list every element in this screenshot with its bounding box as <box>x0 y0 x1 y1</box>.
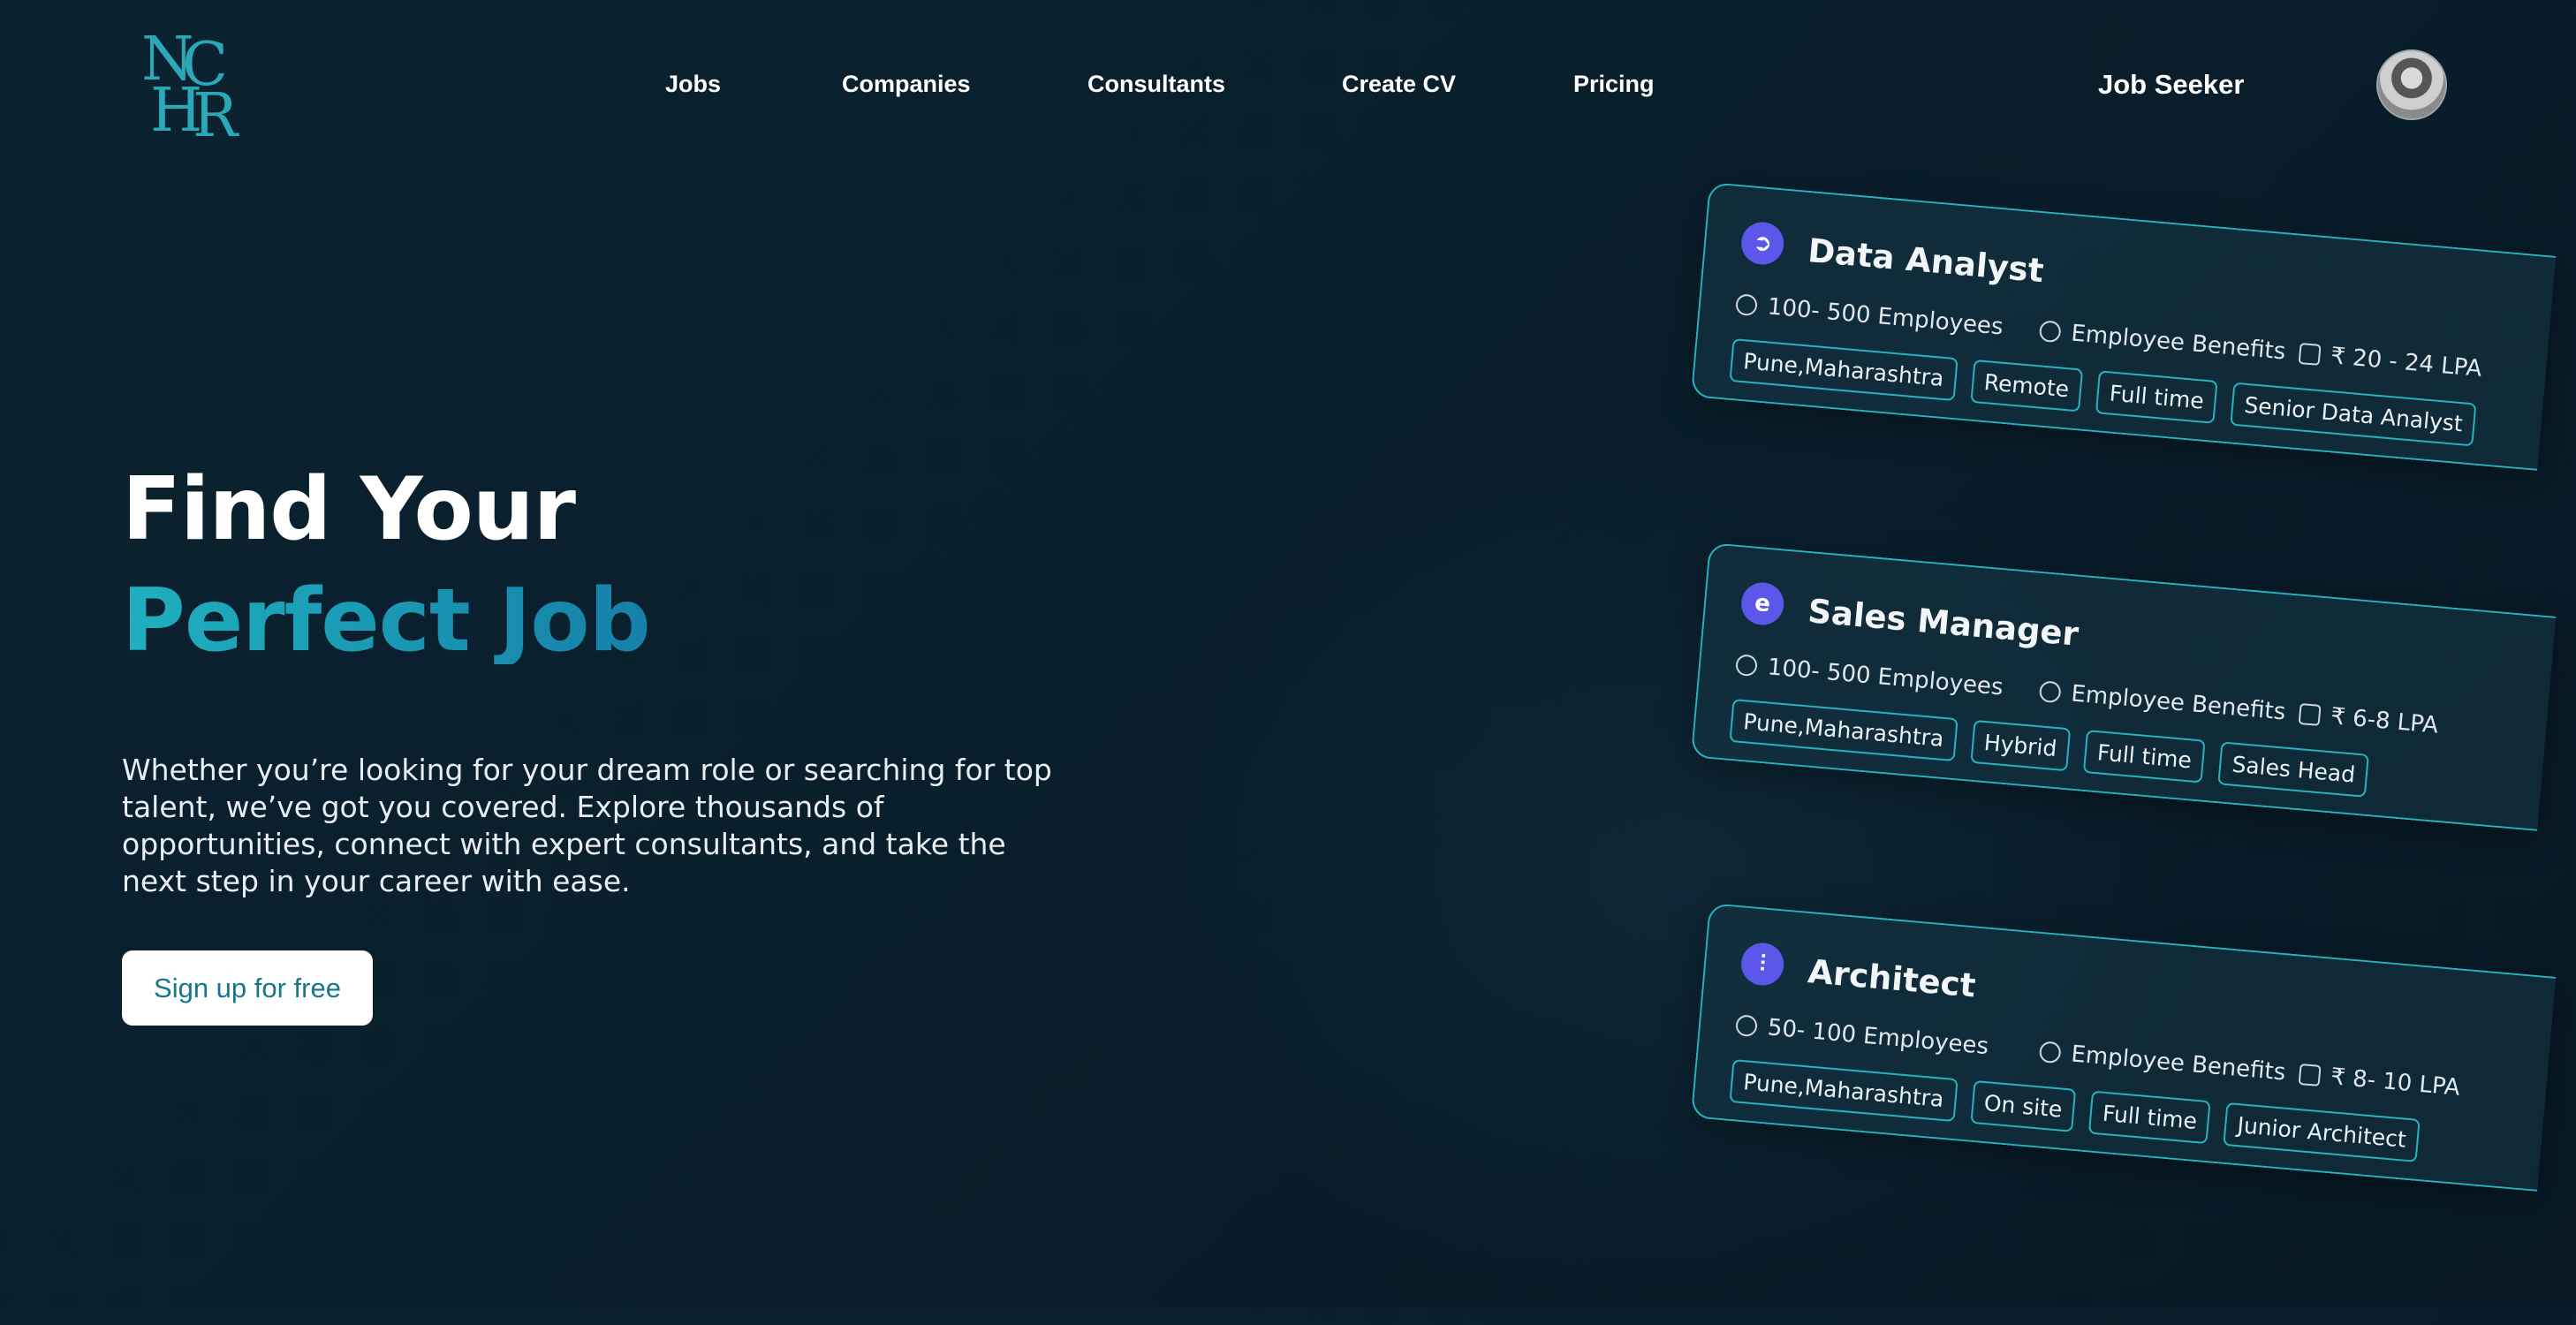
tag-location[interactable]: Pune,Maharashtra <box>1729 1058 1959 1123</box>
salary-label: ₹ 8- 10 LPA <box>2330 1064 2461 1102</box>
nav-companies[interactable]: Companies <box>842 71 971 98</box>
tag-work-mode[interactable]: Hybrid <box>1969 719 2072 772</box>
tag-role[interactable]: Senior Data Analyst <box>2230 382 2477 447</box>
wallet-icon <box>2298 702 2322 726</box>
job-card[interactable]: ➲ Data Analyst 100- 500 Employees Employ… <box>1690 182 2557 471</box>
job-title: Sales Manager <box>1806 592 2080 654</box>
tag-role[interactable]: Junior Architect <box>2223 1102 2421 1162</box>
employees-info: 100- 500 Employees <box>1735 651 2004 701</box>
tag-role[interactable]: Sales Head <box>2217 741 2370 798</box>
employees-label: 100- 500 Employees <box>1766 293 2004 341</box>
benefits-info: Employee Benefits <box>2038 678 2287 726</box>
tag-work-mode[interactable]: On site <box>1969 1079 2077 1132</box>
job-seeker-link[interactable]: Job Seeker <box>2098 69 2244 101</box>
tag-job-type[interactable]: Full time <box>2088 1090 2211 1145</box>
benefits-label: Employee Benefits <box>2070 320 2287 366</box>
ngcr-logo[interactable]: N C H R <box>141 30 265 147</box>
people-icon <box>1735 293 1759 317</box>
company-logo-icon: ⫶ <box>1739 941 1786 988</box>
employees-info: 50- 100 Employees <box>1735 1011 1989 1060</box>
hero-description: Whether you’re looking for your dream ro… <box>122 753 1052 898</box>
nav-create-cv[interactable]: Create CV <box>1342 71 1456 98</box>
company-logo-icon: e <box>1739 580 1786 627</box>
hero-title-line2: Perfect Job <box>122 571 651 671</box>
people-icon <box>1735 654 1759 678</box>
employees-info: 100- 500 Employees <box>1735 291 2004 341</box>
company-logo-icon: ➲ <box>1739 220 1786 267</box>
award-icon <box>2038 1041 2062 1064</box>
tag-location[interactable]: Pune,Maharashtra <box>1729 698 1959 762</box>
award-icon <box>2038 680 2062 704</box>
nav-pricing[interactable]: Pricing <box>1573 71 1655 98</box>
salary-info: ₹ 20 - 24 LPA <box>2298 340 2483 382</box>
employees-label: 100- 500 Employees <box>1766 654 2004 701</box>
benefits-info: Employee Benefits <box>2038 1038 2286 1086</box>
job-title: Data Analyst <box>1806 231 2046 291</box>
nav-consultants[interactable]: Consultants <box>1087 71 1225 98</box>
people-icon <box>1735 1014 1759 1038</box>
salary-label: ₹ 20 - 24 LPA <box>2330 343 2483 382</box>
award-icon <box>2038 320 2062 344</box>
benefits-label: Employee Benefits <box>2070 1041 2287 1086</box>
job-title: Architect <box>1806 952 1978 1005</box>
salary-info: ₹ 6-8 LPA <box>2298 700 2439 739</box>
hero-title-line1: Find Your <box>122 459 576 560</box>
employees-label: 50- 100 Employees <box>1766 1014 1990 1061</box>
user-avatar[interactable] <box>2376 49 2447 120</box>
benefits-info: Employee Benefits <box>2038 317 2287 366</box>
tag-location[interactable]: Pune,Maharashtra <box>1729 337 1959 402</box>
salary-info: ₹ 8- 10 LPA <box>2298 1061 2461 1102</box>
wallet-icon <box>2298 1063 2322 1086</box>
logo-letter: R <box>193 81 239 151</box>
signup-button[interactable]: Sign up for free <box>122 950 373 1026</box>
tag-job-type[interactable]: Full time <box>2083 730 2206 784</box>
tag-work-mode[interactable]: Remote <box>1969 359 2084 413</box>
wallet-icon <box>2298 342 2322 366</box>
salary-label: ₹ 6-8 LPA <box>2330 703 2440 739</box>
nav-jobs[interactable]: Jobs <box>665 71 721 98</box>
tag-job-type[interactable]: Full time <box>2095 370 2218 424</box>
benefits-label: Employee Benefits <box>2070 680 2287 726</box>
